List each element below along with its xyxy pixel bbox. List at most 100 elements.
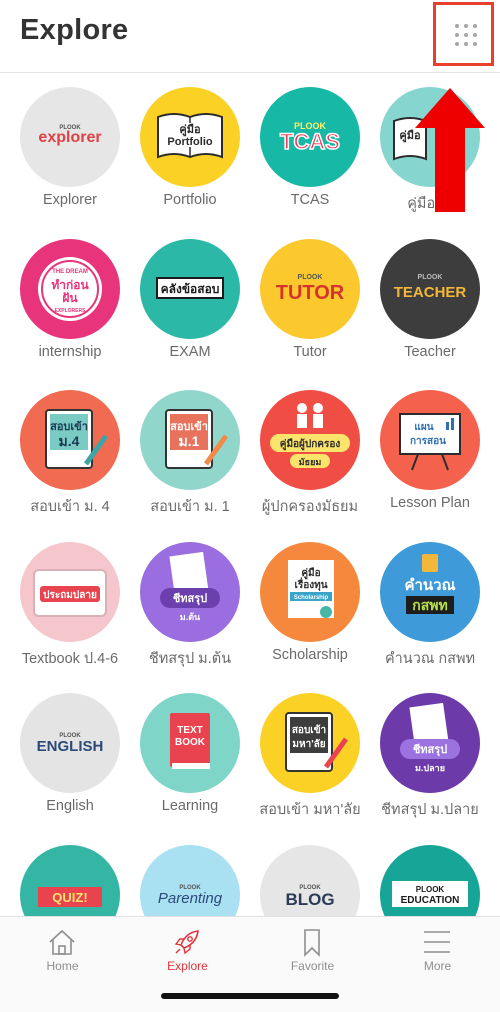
english-logo-icon: PLOOK ENGLISH <box>20 693 120 793</box>
parents-family-icon: คู่มือผู้ปกครอง มัธยม <box>260 390 360 490</box>
calculator-icon: คำนวณ กสพท <box>380 542 480 642</box>
tab-label: More <box>423 959 452 973</box>
svg-text:ฝัน: ฝัน <box>62 291 78 305</box>
tab-more[interactable]: More <box>375 917 500 987</box>
item-label: Scholarship <box>272 647 348 663</box>
bookmark-icon <box>304 929 320 957</box>
svg-text:TCAS: TCAS <box>280 129 340 154</box>
item-label: EXAM <box>169 344 211 360</box>
item-label: internship <box>38 344 102 360</box>
svg-text:ชีทสรุป: ชีทสรุป <box>413 743 447 757</box>
exam-m4-book-icon: สอบเข้า ม.4 <box>20 390 120 490</box>
item-label: สอบเข้า ม. 4 <box>30 499 110 515</box>
svg-text:EXPLORERS: EXPLORERS <box>55 308 87 314</box>
svg-text:ENGLISH: ENGLISH <box>37 738 104 755</box>
svg-text:ม.ปลาย: ม.ปลาย <box>415 763 445 773</box>
teacher-logo-icon: PLOOK TEACHER <box>380 239 480 339</box>
parenting-logo-icon: PLOOK Parenting <box>140 845 240 916</box>
svg-text:BLOG: BLOG <box>285 890 334 909</box>
tab-label: Home <box>46 959 79 973</box>
svg-text:QUIZ!: QUIZ! <box>52 890 87 905</box>
hamburger-icon <box>424 931 450 953</box>
item-label: Tutor <box>293 344 327 360</box>
education-logo-icon: PLOOK EDUCATION <box>380 845 480 916</box>
tab-label: Explore <box>167 959 208 973</box>
svg-text:ม.1: ม.1 <box>179 433 200 449</box>
page-title: Explore <box>20 14 129 46</box>
item-label: ชีทสรุป ม.ต้น <box>148 651 232 667</box>
header: Explore <box>0 0 500 73</box>
tab-label: Favorite <box>290 959 335 973</box>
svg-text:TEXT: TEXT <box>177 725 203 736</box>
item-label: Textbook ป.4-6 <box>21 651 119 667</box>
svg-text:Portfolio: Portfolio <box>167 136 212 148</box>
svg-text:Parenting: Parenting <box>158 890 223 907</box>
svg-text:คู่มือ: คู่มือ <box>301 567 320 580</box>
svg-text:เรื่องทุน: เรื่องทุน <box>294 577 327 591</box>
item-label: Lesson Plan <box>390 495 470 511</box>
tcas-logo-icon: PLOOK TCAS <box>260 87 360 187</box>
svg-text:PLOOK: PLOOK <box>418 274 443 281</box>
tab-home[interactable]: Home <box>0 917 125 987</box>
exam-uni-book-icon: สอบเข้า มหา'ลัย <box>260 693 360 793</box>
svg-text:TUTOR: TUTOR <box>276 282 345 304</box>
svg-text:Scholarship: Scholarship <box>294 595 329 601</box>
svg-text:explorer: explorer <box>38 129 101 146</box>
svg-text:คู่มือผู้ปกครอง: คู่มือผู้ปกครอง <box>280 438 341 451</box>
portfolio-book-icon: คู่มือ Portfolio <box>140 87 240 187</box>
svg-text:PLOOK: PLOOK <box>416 885 445 894</box>
grid-menu-button[interactable] <box>433 2 494 66</box>
textbook-tablet-icon: ประถมปลาย <box>20 542 120 642</box>
svg-text:สอบเข้า: สอบเข้า <box>292 724 326 736</box>
item-label: TCAS <box>290 192 330 208</box>
svg-text:กสพท: กสพท <box>412 597 447 613</box>
svg-text:คำนวณ: คำนวณ <box>404 577 455 594</box>
svg-text:สอบเข้า: สอบเข้า <box>170 420 208 433</box>
svg-text:มหา'ลัย: มหา'ลัย <box>292 738 325 750</box>
home-icon <box>49 929 75 955</box>
tutor-logo-icon: PLOOK TUTOR <box>260 239 360 339</box>
svg-text:ประถมปลาย: ประถมปลาย <box>43 589 97 601</box>
item-label: ผู้ปกครองมัธยม <box>261 499 359 515</box>
svg-text:PLOOK: PLOOK <box>298 274 323 281</box>
exam-m1-book-icon: สอบเข้า ม.1 <box>140 390 240 490</box>
svg-text:มัธยม: มัธยม <box>299 457 322 467</box>
blog-logo-icon: PLOOK BLOG <box>260 845 360 916</box>
item-label: Learning <box>161 798 219 814</box>
svg-text:สอบเข้า: สอบเข้า <box>50 420 88 433</box>
svg-text:BOOK: BOOK <box>175 737 206 748</box>
explorer-logo-icon: PLOOK explorer <box>20 87 120 187</box>
item-label: สอบเข้า มหา'ลัย <box>259 802 361 818</box>
svg-text:แผน: แผน <box>414 422 433 433</box>
annotation-arrow-icon <box>415 88 485 212</box>
tab-explore[interactable]: Explore <box>125 917 250 987</box>
svg-text:ม.ต้น: ม.ต้น <box>180 612 201 622</box>
svg-text:คู่มือ: คู่มือ <box>179 123 200 137</box>
item-label: คำนวณ กสพท <box>384 651 476 667</box>
svg-text:คลังข้อสอบ: คลังข้อสอบ <box>161 282 220 296</box>
item-label: ชีทสรุป ม.ปลาย <box>381 802 479 818</box>
textbook-icon: TEXT BOOK <box>140 693 240 793</box>
scholarship-scroll-icon: คู่มือ เรื่องทุน Scholarship <box>260 542 360 642</box>
internship-logo-icon: THE DREAM ทำก่อน ฝัน EXPLORERS <box>20 239 120 339</box>
exam-logo-icon: คลังข้อสอบ <box>140 239 240 339</box>
home-indicator <box>161 993 339 999</box>
quiz-banner-icon: QUIZ! <box>20 845 120 916</box>
item-label: Explorer <box>43 192 97 208</box>
svg-text:ชีทสรุป: ชีทสรุป <box>173 592 207 606</box>
item-label: Portfolio <box>163 192 217 208</box>
svg-text:THE DREAM: THE DREAM <box>52 269 88 275</box>
svg-text:การสอน: การสอน <box>410 436 446 447</box>
svg-text:TEACHER: TEACHER <box>394 284 467 301</box>
grid-dots-icon <box>455 24 477 46</box>
svg-text:ทำก่อน: ทำก่อน <box>51 278 89 292</box>
svg-text:ม.4: ม.4 <box>59 433 80 449</box>
item-label: Teacher <box>404 344 456 360</box>
summary-sheet-upper-icon: ชีทสรุป ม.ปลาย <box>380 693 480 793</box>
svg-text:EDUCATION: EDUCATION <box>401 895 460 906</box>
tab-favorite[interactable]: Favorite <box>250 917 375 987</box>
rocket-icon <box>174 930 199 955</box>
summary-sheet-icon: ชีทสรุป ม.ต้น <box>140 542 240 642</box>
item-label: สอบเข้า ม. 1 <box>150 499 230 515</box>
lesson-plan-board-icon: แผน การสอน <box>380 390 480 490</box>
